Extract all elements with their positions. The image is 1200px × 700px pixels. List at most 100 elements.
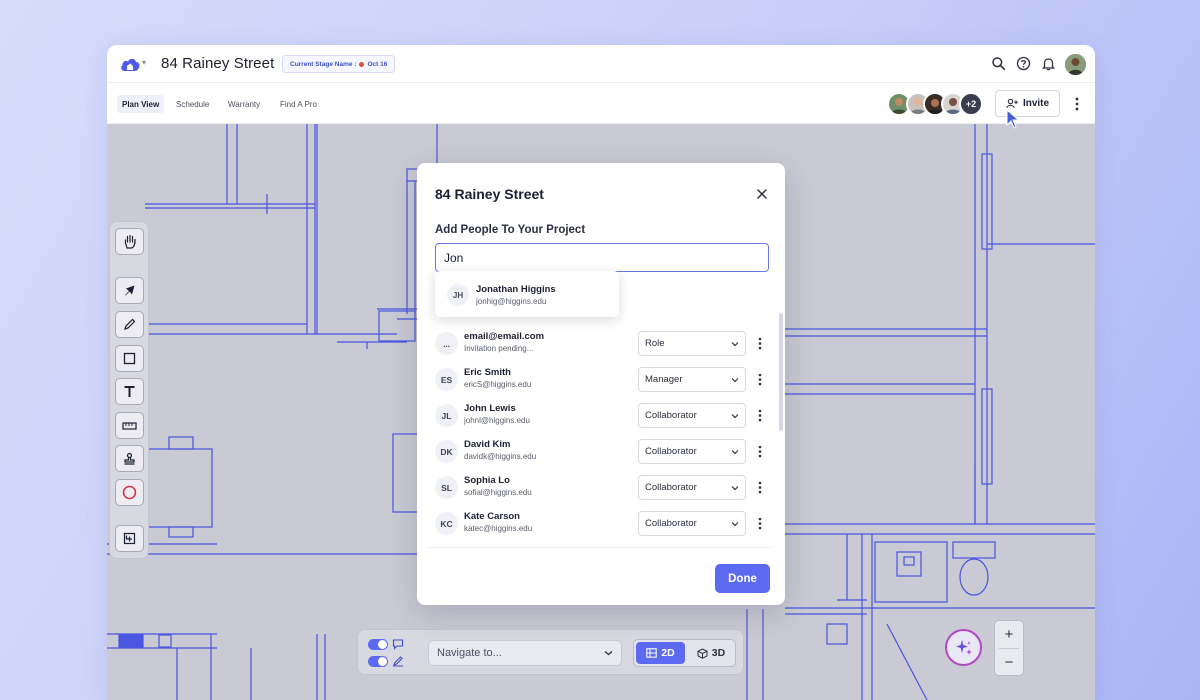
add-people-modal: 84 Rainey Street Add People To Your Proj…: [417, 163, 785, 605]
person-name: email@email.com: [464, 331, 545, 342]
role-dropdown[interactable]: Collaborator: [638, 511, 746, 536]
ruler-icon: [122, 421, 137, 430]
zoom-out-button[interactable]: −: [995, 649, 1023, 676]
stamp-tool-button[interactable]: [115, 445, 144, 472]
chevron-down-icon: [731, 449, 739, 454]
top-header: ▾ 84 Rainey Street Current Stage Name : …: [107, 45, 1095, 83]
zoom-in-button[interactable]: +: [995, 621, 1023, 648]
stamp-icon: [124, 452, 135, 465]
navigate-placeholder: Navigate to...: [437, 647, 502, 659]
person-name: Eric Smith: [464, 367, 511, 378]
more-options-icon[interactable]: [757, 517, 763, 530]
people-list: ... email@email.com Invitation pending..…: [417, 325, 785, 545]
tab-find-a-pro[interactable]: Find A Pro: [275, 95, 322, 113]
people-list-scrollbar[interactable]: [779, 313, 783, 431]
list-item: DK David Kim davidk@higgins.edu Collabor…: [417, 435, 785, 471]
person-email: johnl@higgins.edu: [464, 416, 530, 425]
add-frame-tool-button[interactable]: [115, 525, 144, 552]
zoom-controls: + −: [994, 620, 1024, 676]
avatar: JH: [447, 284, 469, 306]
close-icon[interactable]: [755, 187, 769, 201]
role-dropdown[interactable]: Manager: [638, 367, 746, 392]
user-avatar[interactable]: [1065, 54, 1086, 75]
sparkle-icon: [955, 639, 972, 655]
search-icon[interactable]: [991, 56, 1006, 71]
list-item: ES Eric Smith ericS@higgins.edu Manager: [417, 363, 785, 399]
help-icon[interactable]: [1016, 56, 1031, 71]
person-email: ericS@higgins.edu: [464, 380, 532, 389]
person-email: Invitation pending...: [464, 344, 534, 353]
stage-label: Current Stage Name :: [290, 60, 357, 68]
person-email: davidk@higgins.edu: [464, 452, 537, 461]
person-name: David Kim: [464, 439, 511, 450]
stage-dot-icon: [359, 61, 365, 67]
list-item: JL John Lewis johnl@higgins.edu Collabor…: [417, 399, 785, 435]
more-options-icon[interactable]: [757, 373, 763, 386]
more-options-icon[interactable]: [757, 481, 763, 494]
more-options-icon[interactable]: [1073, 97, 1081, 111]
add-frame-icon: [123, 532, 136, 545]
ai-assistant-button[interactable]: [945, 629, 982, 666]
circle-icon: [122, 485, 137, 500]
comment-icon: [392, 639, 404, 650]
markup-pen-icon: [393, 656, 403, 667]
markups-toggle[interactable]: [368, 656, 388, 667]
mode-2d-button[interactable]: 2D: [636, 642, 685, 664]
avatar: DK: [435, 440, 458, 463]
role-dropdown[interactable]: Collaborator: [638, 439, 746, 464]
navigate-to-dropdown[interactable]: Navigate to...: [428, 640, 622, 666]
tab-warranty[interactable]: Warranty: [223, 95, 265, 113]
mouse-cursor-icon: [1006, 109, 1020, 129]
text-tool-button[interactable]: [115, 378, 144, 405]
role-value: Manager: [645, 374, 683, 385]
hand-tool-button[interactable]: [115, 228, 144, 255]
person-name: John Lewis: [464, 403, 516, 414]
tab-plan-view[interactable]: Plan View: [117, 95, 165, 113]
avatar: JL: [435, 404, 458, 427]
chevron-down-icon: [731, 485, 739, 490]
chevron-down-icon: [604, 651, 613, 656]
stage-badge[interactable]: Current Stage Name : Oct 16: [282, 55, 396, 73]
chevron-down-icon: [731, 377, 739, 382]
people-search-input[interactable]: [435, 243, 769, 272]
list-item: KC Kate Carson katec@higgins.edu Collabo…: [417, 507, 785, 543]
more-options-icon[interactable]: [757, 445, 763, 458]
pencil-icon: [124, 318, 136, 330]
modal-title: 84 Rainey Street: [435, 186, 544, 202]
chevron-down-icon[interactable]: ▾: [142, 58, 146, 67]
role-value: Collaborator: [645, 518, 697, 529]
mode-3d-button[interactable]: 3D: [688, 642, 734, 664]
list-item: SL Sophia Lo sofial@higgins.edu Collabor…: [417, 471, 785, 507]
circle-tool-button[interactable]: [115, 479, 144, 506]
ruler-tool-button[interactable]: [115, 412, 144, 439]
home-cloud-logo-icon[interactable]: [119, 54, 141, 74]
invite-button[interactable]: Invite: [995, 90, 1060, 117]
mode-2d-label: 2D: [661, 647, 675, 659]
drawing-toolbar: [109, 221, 149, 559]
more-collaborators-badge[interactable]: +2: [959, 92, 983, 116]
more-options-icon[interactable]: [757, 337, 763, 350]
role-value: Collaborator: [645, 446, 697, 457]
bell-icon[interactable]: [1041, 56, 1056, 71]
more-options-icon[interactable]: [757, 409, 763, 422]
suggestion-dropdown-item[interactable]: JH Jonathan Higgins jonhig@higgins.edu: [435, 271, 619, 317]
role-dropdown[interactable]: Collaborator: [638, 403, 746, 428]
role-dropdown[interactable]: Collaborator: [638, 475, 746, 500]
select-tool-button[interactable]: [115, 277, 144, 304]
avatar: ES: [435, 368, 458, 391]
rectangle-tool-button[interactable]: [115, 345, 144, 372]
bottom-navigation-bar: Navigate to... 2D 3D: [357, 629, 744, 675]
pencil-tool-button[interactable]: [115, 311, 144, 338]
avatar: ...: [435, 332, 458, 355]
comments-toggle[interactable]: [368, 639, 388, 650]
mode-3d-label: 3D: [711, 647, 726, 659]
person-name: Kate Carson: [464, 511, 520, 522]
suggestion-name: Jonathan Higgins: [476, 284, 556, 295]
tab-schedule[interactable]: Schedule: [171, 95, 214, 113]
person-photo-icon: [1065, 54, 1086, 75]
role-dropdown[interactable]: Role: [638, 331, 746, 356]
suggestion-email: jonhig@higgins.edu: [476, 297, 547, 306]
project-title: 84 Rainey Street: [161, 55, 275, 72]
chevron-down-icon: [731, 413, 739, 418]
done-button[interactable]: Done: [715, 564, 770, 593]
